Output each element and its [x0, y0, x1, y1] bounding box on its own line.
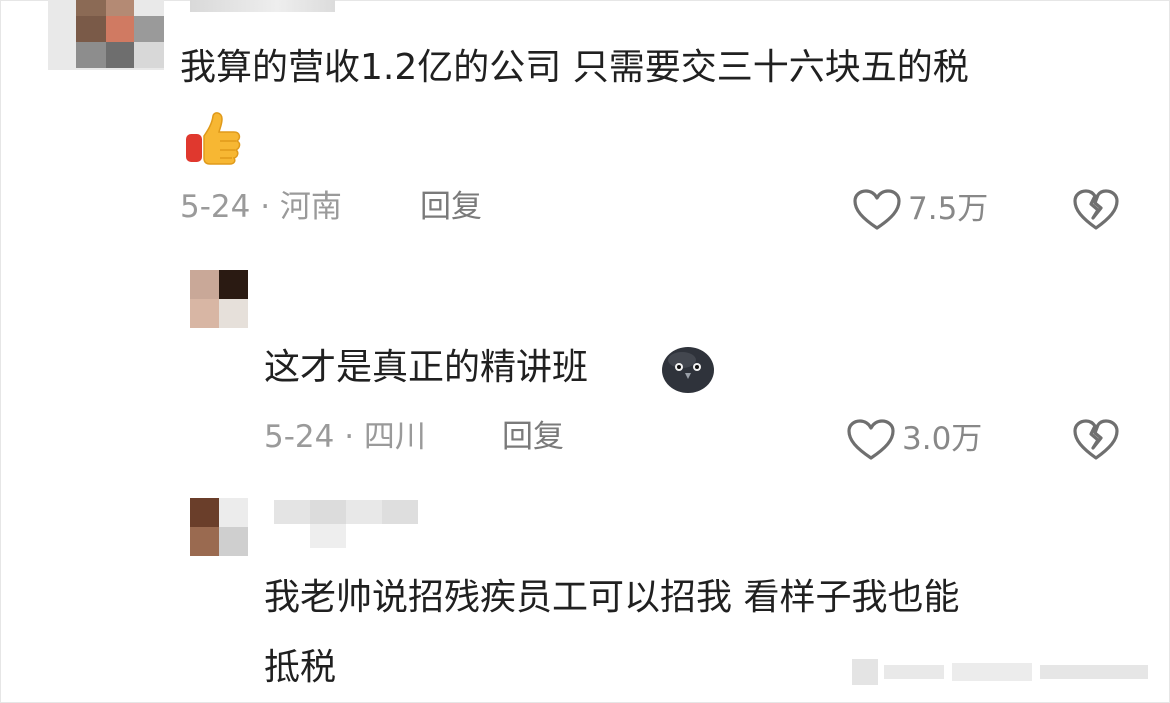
avatar[interactable] — [48, 0, 164, 70]
comment-meta: 5-24 · 河南 — [180, 189, 342, 225]
dislike-broken-heart-icon[interactable] — [1072, 188, 1120, 232]
reply-button[interactable]: 回复 — [420, 192, 482, 223]
comment-text: 我算的营收1.2亿的公司 只需要交三十六块五的税 — [180, 47, 969, 88]
avatar[interactable] — [190, 498, 248, 556]
comment-text-line2: 抵税 — [264, 647, 337, 688]
thumbs-up-emoji — [184, 110, 242, 170]
comment-text-line1: 我老帅说招残疾员工可以招我 看样子我也能 — [264, 577, 960, 618]
reply-button[interactable]: 回复 — [502, 422, 564, 453]
like-heart-icon[interactable] — [846, 418, 896, 462]
like-count: 7.5万 — [908, 191, 989, 227]
username-blurred[interactable] — [190, 0, 335, 12]
dislike-broken-heart-icon[interactable] — [1072, 418, 1120, 462]
comment-meta: 5-24 · 四川 — [264, 419, 426, 455]
avatar[interactable] — [190, 270, 248, 328]
username-blurred[interactable] — [274, 500, 419, 550]
like-count: 3.0万 — [902, 421, 983, 457]
like-heart-icon[interactable] — [852, 188, 902, 232]
watermark — [852, 655, 1152, 689]
comment-text: 这才是真正的精讲班 — [264, 347, 589, 388]
pigeon-emoji — [660, 342, 716, 398]
